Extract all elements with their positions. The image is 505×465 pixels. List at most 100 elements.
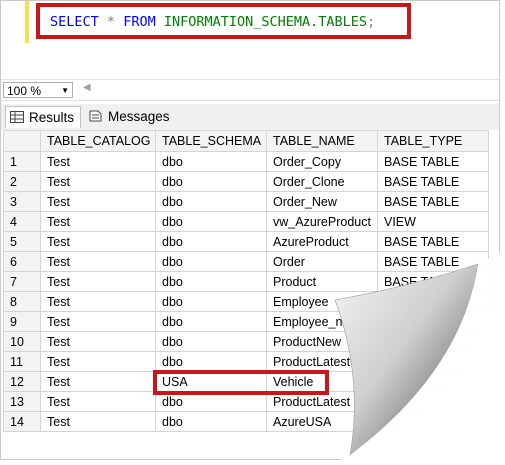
schema-cell[interactable]: dbo bbox=[155, 171, 267, 192]
type-cell[interactable]: VIEW bbox=[377, 211, 489, 232]
table-row[interactable]: 14 Test dbo AzureUSA bbox=[3, 411, 489, 432]
type-cell[interactable] bbox=[377, 391, 489, 412]
usa-vehicle-highlight bbox=[153, 370, 329, 395]
type-cell[interactable]: BASE TABLE bbox=[377, 291, 489, 312]
name-cell[interactable]: Order_Clone bbox=[266, 171, 378, 192]
catalog-cell[interactable]: Test bbox=[40, 271, 156, 292]
catalog-cell[interactable]: Test bbox=[40, 411, 156, 432]
tab-messages-label: Messages bbox=[108, 109, 170, 124]
type-cell[interactable] bbox=[377, 311, 489, 332]
row-number-cell[interactable]: 3 bbox=[3, 191, 41, 212]
row-number-cell[interactable]: 7 bbox=[3, 271, 41, 292]
catalog-cell[interactable]: Test bbox=[40, 231, 156, 252]
type-cell[interactable]: BASE TABLE bbox=[377, 171, 489, 192]
row-number-cell[interactable]: 11 bbox=[3, 351, 41, 372]
results-tabs: Results Messages bbox=[1, 104, 499, 130]
schema-cell[interactable]: dbo bbox=[155, 211, 267, 232]
row-number-cell[interactable]: 13 bbox=[3, 391, 41, 412]
query-editor[interactable]: SELECT * FROM INFORMATION_SCHEMA.TABLES; bbox=[1, 1, 499, 79]
type-cell[interactable] bbox=[377, 351, 489, 372]
type-cell[interactable]: BASE TABLE bbox=[377, 271, 489, 292]
grid-icon bbox=[10, 111, 24, 123]
row-number-cell[interactable]: 10 bbox=[3, 331, 41, 352]
catalog-cell[interactable]: Test bbox=[40, 171, 156, 192]
table-row[interactable]: 3 Test dbo Order_New BASE TABLE bbox=[3, 191, 489, 212]
catalog-cell[interactable]: Test bbox=[40, 371, 156, 392]
row-number-cell[interactable]: 5 bbox=[3, 231, 41, 252]
schema-cell[interactable]: dbo bbox=[155, 251, 267, 272]
sql-semicolon: ; bbox=[367, 14, 376, 30]
sql-target: INFORMATION_SCHEMA.TABLES bbox=[163, 14, 368, 30]
table-row[interactable]: 6 Test dbo Order BASE TABLE bbox=[3, 251, 489, 272]
type-cell[interactable] bbox=[377, 331, 489, 352]
name-cell[interactable]: Employee bbox=[266, 291, 378, 312]
row-number-cell[interactable]: 8 bbox=[3, 291, 41, 312]
sql-keyword-from: FROM bbox=[123, 14, 156, 30]
schema-cell[interactable]: dbo bbox=[155, 291, 267, 312]
ssms-window: SELECT * FROM INFORMATION_SCHEMA.TABLES;… bbox=[0, 0, 500, 460]
name-cell[interactable]: vw_AzureProduct bbox=[266, 211, 378, 232]
tab-results[interactable]: Results bbox=[5, 106, 82, 128]
row-number-cell[interactable]: 1 bbox=[3, 151, 41, 172]
name-cell[interactable]: Order_Copy bbox=[266, 151, 378, 172]
catalog-cell[interactable]: Test bbox=[40, 211, 156, 232]
type-cell[interactable] bbox=[377, 411, 489, 432]
sql-star: * bbox=[106, 14, 116, 30]
tab-results-label: Results bbox=[29, 110, 75, 125]
schema-cell[interactable]: dbo bbox=[155, 331, 267, 352]
name-cell[interactable]: Order bbox=[266, 251, 378, 272]
catalog-cell[interactable]: Test bbox=[40, 191, 156, 212]
type-cell[interactable] bbox=[377, 371, 489, 392]
scroll-left-icon[interactable]: ◀ bbox=[83, 82, 91, 93]
tab-messages[interactable]: Messages bbox=[85, 106, 176, 128]
row-number-cell[interactable]: 4 bbox=[3, 211, 41, 232]
table-row[interactable]: 8 Test dbo Employee BASE TABLE bbox=[3, 291, 489, 312]
schema-cell[interactable]: dbo bbox=[155, 231, 267, 252]
name-cell[interactable]: ProductLatestC bbox=[266, 351, 378, 372]
row-number-cell[interactable]: 6 bbox=[3, 251, 41, 272]
row-number-cell[interactable]: 9 bbox=[3, 311, 41, 332]
table-row[interactable]: 2 Test dbo Order_Clone BASE TABLE bbox=[3, 171, 489, 192]
column-header-schema[interactable]: TABLE_SCHEMA bbox=[155, 130, 267, 152]
table-row[interactable]: 10 Test dbo ProductNew bbox=[3, 331, 489, 352]
catalog-cell[interactable]: Test bbox=[40, 391, 156, 412]
type-cell[interactable]: BASE TABLE bbox=[377, 231, 489, 252]
name-cell[interactable]: AzureProduct bbox=[266, 231, 378, 252]
header-row: TABLE_CATALOG TABLE_SCHEMA TABLE_NAME TA… bbox=[3, 130, 489, 152]
row-number-header[interactable] bbox=[3, 130, 41, 152]
catalog-cell[interactable]: Test bbox=[40, 331, 156, 352]
column-header-name[interactable]: TABLE_NAME bbox=[266, 130, 378, 152]
schema-cell[interactable]: dbo bbox=[155, 411, 267, 432]
zoom-select[interactable]: 100 % ▼ bbox=[3, 82, 73, 98]
schema-cell[interactable]: dbo bbox=[155, 191, 267, 212]
catalog-cell[interactable]: Test bbox=[40, 351, 156, 372]
type-cell[interactable]: BASE TABLE bbox=[377, 191, 489, 212]
name-cell[interactable]: AzureUSA bbox=[266, 411, 378, 432]
catalog-cell[interactable]: Test bbox=[40, 151, 156, 172]
row-number-cell[interactable]: 2 bbox=[3, 171, 41, 192]
table-row[interactable]: 5 Test dbo AzureProduct BASE TABLE bbox=[3, 231, 489, 252]
table-row[interactable]: 7 Test dbo Product BASE TABLE bbox=[3, 271, 489, 292]
name-cell[interactable]: Product bbox=[266, 271, 378, 292]
row-number-cell[interactable]: 12 bbox=[3, 371, 41, 392]
schema-cell[interactable]: dbo bbox=[155, 151, 267, 172]
type-cell[interactable]: BASE TABLE bbox=[377, 151, 489, 172]
name-cell[interactable]: Order_New bbox=[266, 191, 378, 212]
schema-cell[interactable]: dbo bbox=[155, 311, 267, 332]
table-row[interactable]: 1 Test dbo Order_Copy BASE TABLE bbox=[3, 151, 489, 172]
schema-cell[interactable]: dbo bbox=[155, 351, 267, 372]
column-header-type[interactable]: TABLE_TYPE bbox=[377, 130, 489, 152]
table-row[interactable]: 11 Test dbo ProductLatestC bbox=[3, 351, 489, 372]
schema-cell[interactable]: dbo bbox=[155, 271, 267, 292]
sql-statement[interactable]: SELECT * FROM INFORMATION_SCHEMA.TABLES; bbox=[50, 14, 375, 30]
table-row[interactable]: 4 Test dbo vw_AzureProduct VIEW bbox=[3, 211, 489, 232]
catalog-cell[interactable]: Test bbox=[40, 251, 156, 272]
name-cell[interactable]: Employee_n bbox=[266, 311, 378, 332]
row-number-cell[interactable]: 14 bbox=[3, 411, 41, 432]
name-cell[interactable]: ProductNew bbox=[266, 331, 378, 352]
table-row[interactable]: 9 Test dbo Employee_n bbox=[3, 311, 489, 332]
column-header-catalog[interactable]: TABLE_CATALOG bbox=[40, 130, 156, 152]
catalog-cell[interactable]: Test bbox=[40, 291, 156, 312]
catalog-cell[interactable]: Test bbox=[40, 311, 156, 332]
type-cell[interactable]: BASE TABLE bbox=[377, 251, 489, 272]
